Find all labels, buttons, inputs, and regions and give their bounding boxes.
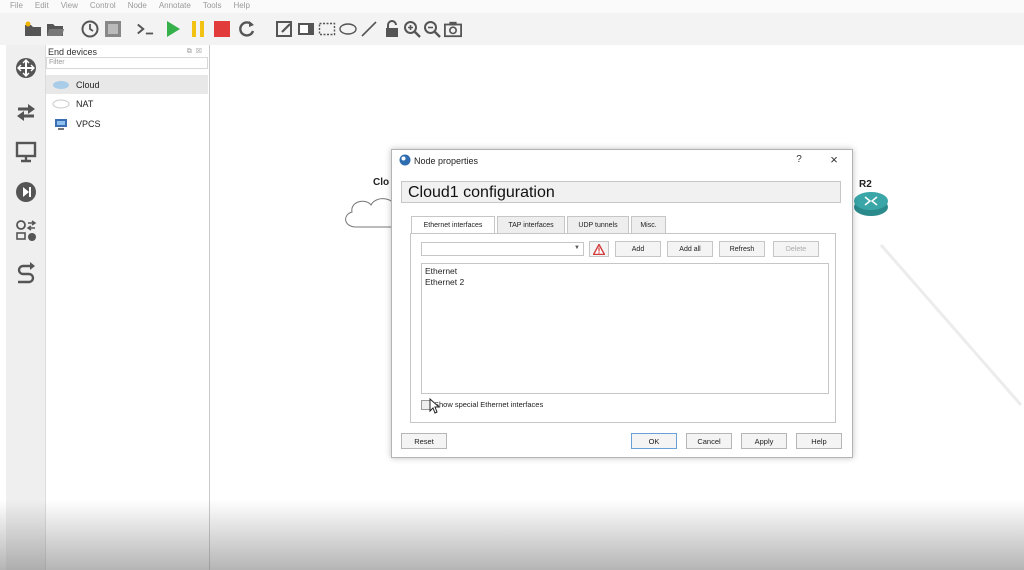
config-header: Cloud1 configuration <box>401 181 841 203</box>
delete-button[interactable]: Delete <box>773 241 819 257</box>
ethernet-interfaces-pane: ▼ Add Add all Refresh Delete Ethernet Et… <box>410 233 836 423</box>
lock-icon[interactable] <box>383 20 401 38</box>
zoom-out-icon[interactable] <box>423 20 441 38</box>
console-icon[interactable] <box>136 20 154 38</box>
refresh-button[interactable]: Refresh <box>719 241 765 257</box>
zoom-in-icon[interactable] <box>403 20 421 38</box>
open-project-icon[interactable] <box>46 20 64 38</box>
snapshot-icon[interactable] <box>81 20 99 38</box>
tab-misc[interactable]: Misc. <box>631 216 666 233</box>
gns3-app-icon <box>399 154 411 166</box>
device-item-cloud[interactable]: Cloud <box>46 75 208 94</box>
router-r2-icon[interactable] <box>853 191 889 217</box>
draw-ellipse-icon[interactable] <box>339 20 357 38</box>
cloud-node-label: Clo <box>373 177 390 188</box>
devices-panel: End devices ⧉ ☒ Filter Cloud NAT VPCS <box>46 45 210 570</box>
list-item[interactable]: Ethernet 2 <box>425 277 825 288</box>
suspend-all-icon[interactable] <box>189 20 207 38</box>
add-all-button[interactable]: Add all <box>667 241 713 257</box>
dialog-close-button[interactable]: × <box>826 153 842 169</box>
add-link-icon[interactable] <box>15 262 37 284</box>
menu-file[interactable]: File <box>0 0 29 10</box>
mouse-cursor-icon <box>429 398 441 414</box>
tab-tap-interfaces[interactable]: TAP interfaces <box>497 216 565 233</box>
interface-labels-icon[interactable] <box>104 20 122 38</box>
warning-button[interactable] <box>589 241 609 257</box>
tab-udp-tunnels[interactable]: UDP tunnels <box>567 216 629 233</box>
menu-view[interactable]: View <box>55 0 84 10</box>
cancel-button[interactable]: Cancel <box>686 433 732 449</box>
screenshot-icon[interactable] <box>444 20 462 38</box>
ok-button[interactable]: OK <box>631 433 677 449</box>
toolbar <box>0 13 1024 45</box>
interface-list[interactable]: Ethernet Ethernet 2 <box>421 263 829 394</box>
device-label: NAT <box>76 98 94 109</box>
dialog-title: Node properties <box>414 156 479 166</box>
tab-ethernet-interfaces[interactable]: Ethernet interfaces <box>411 216 495 234</box>
menu-annotate[interactable]: Annotate <box>153 0 197 10</box>
show-special-interfaces-label[interactable]: Show special Ethernet interfaces <box>434 400 543 409</box>
chevron-down-icon: ▼ <box>574 245 580 251</box>
menu-help[interactable]: Help <box>228 0 256 10</box>
vpcs-device-icon <box>52 118 70 130</box>
all-devices-icon[interactable] <box>15 220 37 242</box>
panel-float-close-controls[interactable]: ⧉ ☒ <box>187 47 203 56</box>
reload-icon[interactable] <box>238 20 256 38</box>
config-title: Cloud1 configuration <box>408 184 555 201</box>
nat-device-icon <box>52 98 70 110</box>
gns3-window: File Edit View Control Node Annotate Tools Help <box>0 0 1024 570</box>
start-all-icon[interactable] <box>164 20 182 38</box>
dialog-titlebar[interactable]: Node properties ? × <box>392 150 852 172</box>
add-note-icon[interactable] <box>276 20 294 38</box>
device-filter-input[interactable]: Filter <box>46 57 208 69</box>
menu-control[interactable]: Control <box>84 0 122 10</box>
device-label: Cloud <box>76 79 100 90</box>
device-item-vpcs[interactable]: VPCS <box>46 114 208 133</box>
device-type-dock <box>6 45 46 570</box>
list-item[interactable]: Ethernet <box>425 266 825 277</box>
warning-icon <box>593 243 605 255</box>
draw-line-icon[interactable] <box>360 20 378 38</box>
faint-link-line <box>879 244 1023 406</box>
menu-bar: File Edit View Control Node Annotate Tools Help <box>0 0 1024 13</box>
draw-rectangle-icon[interactable] <box>318 20 336 38</box>
routers-icon[interactable] <box>15 57 37 79</box>
add-button[interactable]: Add <box>615 241 661 257</box>
node-properties-dialog: Node properties ? × Cloud1 configuration… <box>391 149 853 458</box>
new-project-icon[interactable] <box>24 20 42 38</box>
device-label: VPCS <box>76 118 101 129</box>
apply-button[interactable]: Apply <box>741 433 787 449</box>
menu-node[interactable]: Node <box>122 0 153 10</box>
reset-button[interactable]: Reset <box>401 433 447 449</box>
cloud-device-icon <box>52 79 70 91</box>
menu-edit[interactable]: Edit <box>29 0 55 10</box>
security-devices-icon[interactable] <box>15 181 37 203</box>
dialog-help-button[interactable]: ? <box>793 154 805 168</box>
help-button[interactable]: Help <box>796 433 842 449</box>
device-item-nat[interactable]: NAT <box>46 94 208 113</box>
stop-all-icon[interactable] <box>213 20 231 38</box>
end-devices-icon[interactable] <box>15 141 37 163</box>
switches-icon[interactable] <box>15 101 37 123</box>
menu-tools[interactable]: Tools <box>197 0 228 10</box>
router-r2-label: R2 <box>859 179 872 190</box>
insert-picture-icon[interactable] <box>297 20 315 38</box>
interface-select[interactable]: ▼ <box>421 242 584 256</box>
devices-panel-title: End devices <box>48 47 98 57</box>
